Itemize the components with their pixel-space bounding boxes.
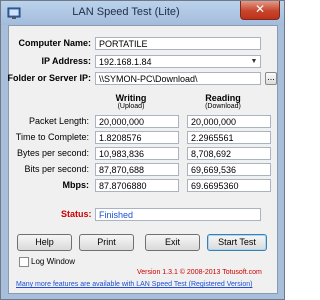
print-button[interactable]: Print (79, 234, 134, 251)
window-title: LAN Speed Test (Lite) (72, 6, 180, 18)
registered-version-link[interactable]: Many more features are available with LA… (16, 281, 252, 288)
exit-button[interactable]: Exit (145, 234, 200, 251)
app-window: LAN Speed Test (Lite) ✕ Computer Name: P… (0, 0, 285, 300)
title-bar[interactable]: LAN Speed Test (Lite) ✕ (1, 1, 284, 25)
help-button[interactable]: Help (17, 234, 72, 251)
reading-subtitle: (Download) (205, 103, 241, 110)
bits-per-second-writing: 87,870,688 (95, 163, 179, 176)
bytes-per-second-writing: 10,983,836 (95, 147, 179, 160)
writing-header: Writing (Upload) (95, 93, 167, 110)
status-value: Finished (95, 208, 261, 221)
bits-per-second-reading: 69,669,536 (187, 163, 271, 176)
computer-name-label: Computer Name: (18, 38, 91, 48)
bytes-per-second-reading: 8,708,692 (187, 147, 271, 160)
writing-title: Writing (115, 93, 147, 103)
status-label: Status: (61, 209, 92, 219)
mbps-label: Mbps: (62, 180, 90, 190)
start-test-button[interactable]: Start Test (207, 234, 267, 251)
log-window-label[interactable]: Log Window (31, 257, 75, 266)
time-complete-writing: 1.8208576 (95, 131, 179, 144)
chevron-down-icon[interactable]: ▼ (249, 57, 259, 66)
bits-per-second-label: Bits per second: (24, 164, 89, 174)
folder-input[interactable]: \\SYMON-PC\Download\ (95, 72, 261, 85)
reading-title: Reading (205, 93, 241, 103)
mbps-writing: 87.8706880 (95, 179, 179, 192)
browse-button[interactable]: ... (265, 72, 277, 85)
ip-address-value: 192.168.1.84 (99, 57, 152, 67)
ip-address-dropdown[interactable]: 192.168.1.84 ▼ (95, 55, 261, 68)
ip-address-label: IP Address: (41, 56, 91, 66)
close-button[interactable]: ✕ (240, 1, 280, 20)
reading-header: Reading (Download) (187, 93, 259, 110)
folder-label: Folder or Server IP: (7, 73, 91, 83)
writing-subtitle: (Upload) (117, 103, 145, 110)
bytes-per-second-label: Bytes per second: (16, 148, 89, 158)
log-window-checkbox[interactable] (19, 257, 29, 267)
mbps-reading: 69.6695360 (187, 179, 271, 192)
packet-length-label: Packet Length: (28, 116, 89, 126)
time-complete-label: Time to Complete: (15, 132, 89, 142)
time-complete-reading: 2.2965561 (187, 131, 271, 144)
main-panel: Computer Name: PORTATILE IP Address: 192… (7, 25, 278, 294)
computer-name-field[interactable]: PORTATILE (95, 37, 261, 50)
packet-length-writing: 20,000,000 (95, 115, 179, 128)
packet-length-reading: 20,000,000 (187, 115, 271, 128)
version-text: Version 1.3.1 © 2008-2013 Totusoft.com (137, 269, 262, 276)
